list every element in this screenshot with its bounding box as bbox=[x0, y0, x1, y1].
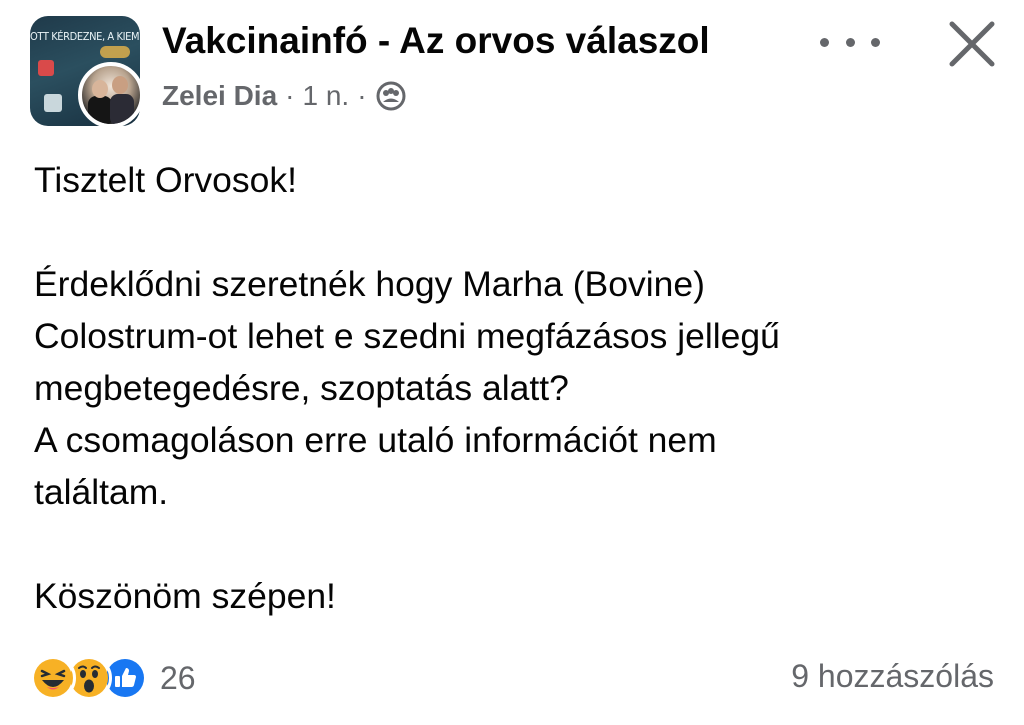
post-greeting: Tisztelt Orvosok! bbox=[34, 160, 298, 200]
post-line: megbetegedésre, szoptatás alatt? bbox=[34, 368, 569, 408]
group-thumbnail-text: OTT KÉRDEZNE, A KIEME bbox=[30, 30, 140, 43]
close-icon bbox=[949, 21, 995, 67]
post-time-link[interactable]: 1 n. bbox=[303, 80, 350, 112]
group-name-link[interactable]: Vakcinainfó - Az orvos válaszol bbox=[162, 20, 710, 62]
thumbnail-decoration bbox=[38, 60, 54, 76]
meta-separator: · bbox=[285, 80, 295, 111]
comments-count-link[interactable]: 9 hozzászólás bbox=[791, 658, 994, 695]
avatar-figure bbox=[88, 96, 112, 124]
post-closing: Köszönöm szépen! bbox=[34, 576, 336, 616]
author-avatar[interactable] bbox=[78, 62, 144, 128]
more-horizontal-icon bbox=[871, 37, 880, 47]
avatar-figure bbox=[92, 80, 108, 98]
post-footer: 26 9 hozzászólás bbox=[30, 652, 994, 708]
post-text: Tisztelt Orvosok! Érdeklődni szeretnék h… bbox=[34, 154, 994, 622]
post-header: OTT KÉRDEZNE, A KIEME Vakcinainfó - Az o… bbox=[30, 16, 1000, 131]
post-line: Colostrum-ot lehet e szedni megfázásos j… bbox=[34, 316, 780, 356]
post-line: A csomagoláson erre utaló információt ne… bbox=[34, 420, 717, 460]
author-name-link[interactable]: Zelei Dia bbox=[162, 80, 277, 112]
post-meta: Zelei Dia · 1 n. · bbox=[162, 80, 407, 112]
post-line: Érdeklődni szeretnék hogy Marha (Bovine) bbox=[34, 264, 705, 304]
avatar-figure bbox=[110, 94, 134, 124]
group-audience-icon[interactable] bbox=[375, 80, 407, 112]
reaction-count: 26 bbox=[160, 659, 196, 696]
thumbnail-decoration bbox=[44, 94, 62, 112]
thumbnail-decoration bbox=[100, 46, 130, 58]
reactions-summary[interactable]: 26 bbox=[30, 652, 196, 704]
more-horizontal-icon bbox=[820, 37, 829, 47]
more-options-button[interactable] bbox=[820, 28, 880, 56]
post-line: találtam. bbox=[34, 472, 169, 512]
avatar-figure bbox=[112, 76, 128, 94]
more-horizontal-icon bbox=[845, 37, 855, 47]
haha-reaction-icon bbox=[30, 655, 76, 701]
close-button[interactable] bbox=[944, 16, 1000, 72]
meta-separator: · bbox=[357, 80, 367, 111]
